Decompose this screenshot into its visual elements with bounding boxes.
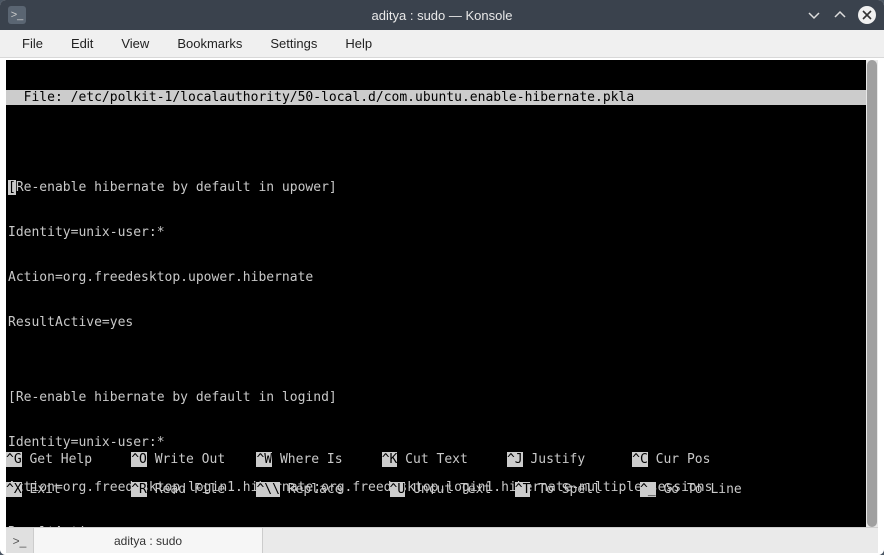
terminal-icon: >_ (13, 534, 27, 548)
app-icon: >_ (8, 6, 26, 24)
menu-settings[interactable]: Settings (256, 32, 331, 55)
scrollbar-thumb[interactable] (867, 60, 877, 527)
editor-line: [Re-enable hibernate by default in login… (6, 390, 866, 405)
minimize-button[interactable] (806, 7, 822, 23)
close-button[interactable] (858, 6, 876, 24)
terminal-container: File: /etc/polkit-1/localauthority/50-lo… (0, 58, 884, 555)
scrollbar[interactable] (866, 60, 878, 527)
file-path: /etc/polkit-1/localauthority/50-local.d/… (71, 90, 635, 105)
window-controls (806, 6, 876, 24)
menu-file[interactable]: File (8, 32, 57, 55)
menu-bookmarks[interactable]: Bookmarks (163, 32, 256, 55)
konsole-window: >_ aditya : sudo — Konsole File Edit Vie… (0, 0, 884, 555)
nano-header: File: /etc/polkit-1/localauthority/50-lo… (6, 90, 866, 105)
terminal[interactable]: File: /etc/polkit-1/localauthority/50-lo… (6, 60, 878, 527)
editor-line: Action=org.freedesktop.upower.hibernate (6, 270, 866, 285)
window-title: aditya : sudo — Konsole (372, 8, 513, 23)
menubar: File Edit View Bookmarks Settings Help (0, 30, 884, 58)
new-tab-button[interactable]: >_ (6, 528, 34, 553)
nano-shortcuts: ^G Get Help ^O Write Out ^W Where Is ^K … (6, 437, 854, 527)
menu-view[interactable]: View (107, 32, 163, 55)
editor-line: ResultActive=yes (6, 315, 866, 330)
maximize-button[interactable] (832, 7, 848, 23)
text-cursor: [ (8, 180, 16, 195)
tab-label: aditya : sudo (114, 534, 182, 548)
menu-help[interactable]: Help (331, 32, 386, 55)
editor-line: [Re-enable hibernate by default in upowe… (6, 180, 866, 195)
tab-active[interactable]: aditya : sudo (34, 528, 263, 553)
titlebar[interactable]: >_ aditya : sudo — Konsole (0, 0, 884, 30)
editor-line: Identity=unix-user:* (6, 225, 866, 240)
tabbar: >_ aditya : sudo (6, 527, 878, 553)
terminal-content[interactable]: File: /etc/polkit-1/localauthority/50-lo… (6, 60, 866, 527)
menu-edit[interactable]: Edit (57, 32, 107, 55)
editor-line (6, 135, 866, 150)
